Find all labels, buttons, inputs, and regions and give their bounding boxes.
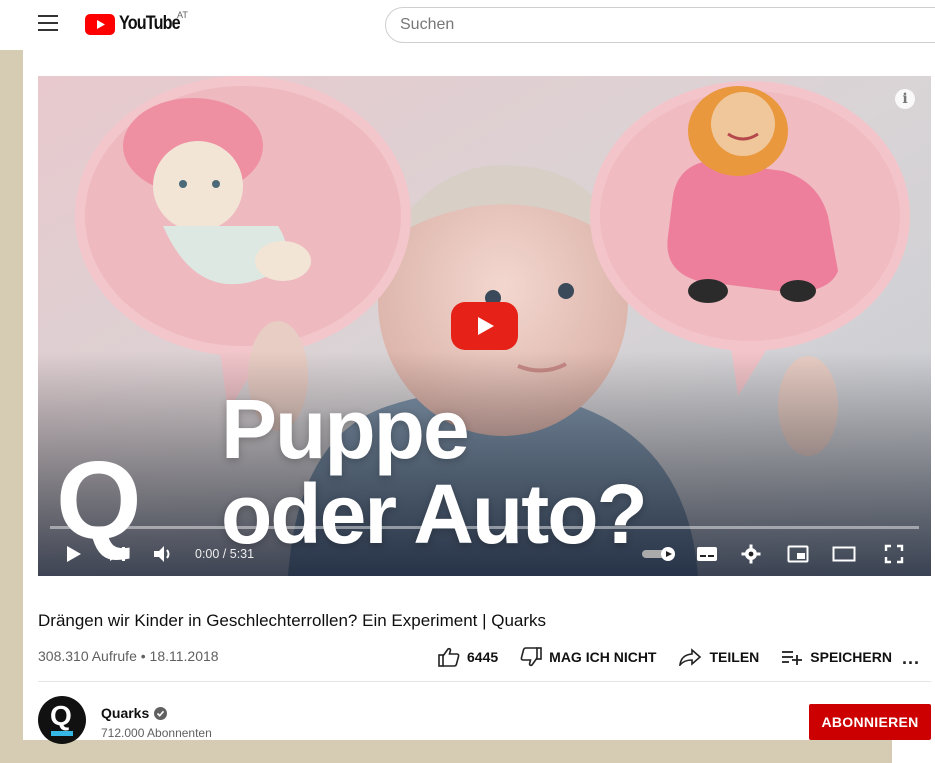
share-label: TEILEN bbox=[709, 649, 760, 665]
theater-mode-icon[interactable] bbox=[832, 542, 856, 566]
thumbs-up-icon bbox=[438, 647, 460, 667]
playlist-add-icon bbox=[782, 651, 803, 665]
channel-name[interactable]: Quarks bbox=[101, 705, 168, 721]
share-button[interactable]: TEILEN bbox=[678, 648, 759, 666]
save-label: SPEICHERN bbox=[810, 649, 892, 665]
video-actions: 6445 MAG ICH NICHT TEILEN SPEICHERN bbox=[438, 644, 914, 670]
more-options-icon[interactable]: ... bbox=[902, 648, 920, 669]
dislike-label: MAG ICH NICHT bbox=[549, 649, 657, 665]
channel-name-text: Quarks bbox=[101, 705, 150, 721]
player-controls: 0:00 / 5:31 bbox=[38, 534, 931, 576]
next-icon[interactable] bbox=[106, 542, 130, 566]
frame-bottom bbox=[0, 740, 892, 763]
subscriber-count: 712.000 Abonnenten bbox=[101, 726, 212, 740]
divider bbox=[38, 681, 931, 682]
channel-avatar[interactable]: Q bbox=[38, 696, 86, 744]
avatar-letter: Q bbox=[50, 700, 72, 731]
time-display: 0:00 / 5:31 bbox=[195, 547, 255, 561]
play-button-large[interactable] bbox=[451, 302, 518, 350]
thumbnail-title-line1: Puppe bbox=[221, 382, 470, 476]
miniplayer-icon[interactable] bbox=[786, 542, 810, 566]
verified-check-icon bbox=[154, 706, 168, 720]
top-bar: YouTube AT bbox=[0, 0, 935, 50]
autoplay-toggle-icon[interactable] bbox=[641, 542, 677, 566]
play-icon[interactable] bbox=[62, 542, 86, 566]
subscribe-button[interactable]: ABONNIEREN bbox=[809, 704, 931, 740]
fullscreen-icon[interactable] bbox=[882, 542, 906, 566]
dislike-button[interactable]: MAG ICH NICHT bbox=[520, 647, 656, 667]
save-button[interactable]: SPEICHERN bbox=[781, 649, 892, 665]
youtube-logo[interactable]: YouTube bbox=[85, 13, 190, 35]
progress-bar[interactable] bbox=[50, 526, 919, 529]
like-count: 6445 bbox=[467, 649, 499, 665]
search-input[interactable] bbox=[385, 7, 935, 43]
logo-text: YouTube bbox=[119, 13, 181, 34]
avatar-accent-bar bbox=[51, 731, 73, 736]
share-arrow-icon bbox=[679, 648, 702, 666]
frame-bottom-cut bbox=[892, 740, 935, 763]
thumbs-down-icon bbox=[520, 647, 542, 667]
region-code: AT bbox=[177, 10, 188, 20]
youtube-play-icon bbox=[85, 13, 115, 35]
like-button[interactable]: 6445 bbox=[438, 647, 498, 667]
subtitles-icon[interactable] bbox=[695, 542, 719, 566]
video-title: Drängen wir Kinder in Geschlechterrollen… bbox=[38, 611, 547, 630]
video-player[interactable]: i Q Puppe oder Auto? 0:00 / 5:31 bbox=[38, 76, 931, 576]
settings-gear-icon[interactable] bbox=[739, 542, 763, 566]
frame-left bbox=[0, 36, 23, 749]
volume-icon[interactable] bbox=[151, 542, 175, 566]
menu-icon[interactable] bbox=[38, 15, 58, 31]
info-icon[interactable]: i bbox=[895, 89, 915, 109]
view-count-date: 308.310 Aufrufe • 18.11.2018 bbox=[38, 648, 219, 664]
